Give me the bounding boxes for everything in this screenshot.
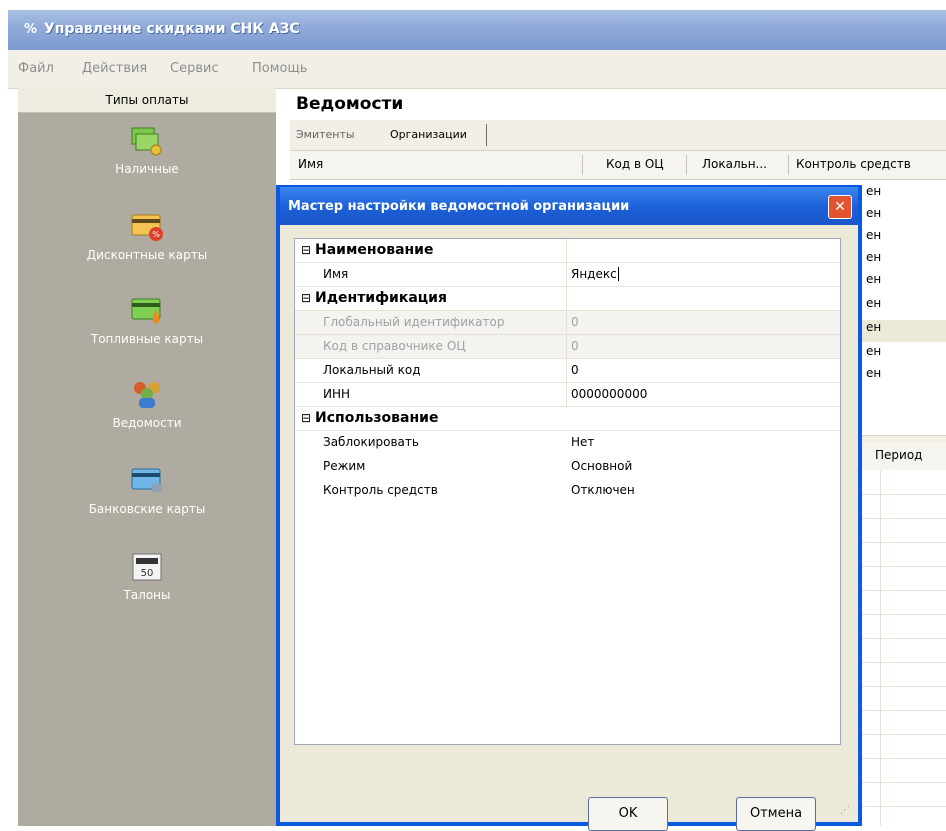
property-label: ИНН	[323, 387, 351, 401]
table-cell: ен	[866, 272, 882, 286]
table-cell: ен	[866, 296, 882, 310]
tab-emitents[interactable]: Эмитенты	[296, 128, 355, 141]
column-header-local-code[interactable]: Локальн...	[702, 157, 767, 171]
lower-table-header: Период	[860, 442, 946, 470]
property-row-oc-code: Код в справочнике ОЦ 0	[295, 335, 840, 359]
property-label: Код в справочнике ОЦ	[323, 339, 466, 353]
property-label: Имя	[323, 267, 349, 281]
resize-grip-icon[interactable]: ⋰	[840, 805, 850, 816]
dialog-title: Мастер настройки ведомостной организации	[288, 199, 630, 214]
table-cell: ен	[866, 206, 882, 220]
people-icon	[130, 380, 164, 410]
property-value: 0	[571, 339, 579, 353]
cash-icon	[130, 126, 164, 156]
sidebar-header: Типы оплаты	[18, 88, 276, 113]
sidebar-item-label: Банковские карты	[88, 502, 206, 516]
property-label: Режим	[323, 459, 366, 473]
property-label: Глобальный идентификатор	[323, 315, 505, 329]
tab-organizations[interactable]: Организации	[390, 128, 467, 141]
svg-text:50: 50	[141, 568, 154, 579]
svg-text:%: %	[152, 230, 160, 239]
table-cell: ен	[866, 320, 882, 334]
column-header-funds-control[interactable]: Контроль средств	[796, 157, 911, 171]
table-cell: ен	[866, 228, 882, 242]
discount-card-icon: %	[130, 212, 164, 242]
category-row-identification[interactable]: ⊟ Идентификация	[295, 287, 840, 311]
column-header-name[interactable]: Имя	[298, 157, 323, 171]
property-row-block[interactable]: Заблокировать Нет	[295, 431, 840, 455]
app-icon: %	[24, 22, 38, 37]
property-value: 0	[571, 315, 579, 329]
property-value[interactable]: Отключен	[571, 483, 635, 497]
menu-bar: Файл Действия Сервис Помощь	[8, 50, 946, 89]
category-label: Идентификация	[315, 290, 447, 306]
property-label: Контроль средств	[323, 483, 438, 497]
sidebar-item-label: Дисконтные карты	[86, 248, 208, 262]
property-row-mode[interactable]: Режим Основной	[295, 455, 840, 479]
sidebar-item-label: Талоны	[123, 588, 171, 602]
collapse-icon[interactable]: ⊟	[301, 291, 311, 305]
sidebar-item-coupons[interactable]: 50 Талоны	[18, 552, 276, 602]
property-label: Заблокировать	[323, 435, 419, 449]
category-label: Наименование	[315, 242, 434, 258]
collapse-icon[interactable]: ⊟	[301, 411, 311, 425]
category-row-usage[interactable]: ⊟ Использование	[295, 407, 840, 431]
dialog-titlebar[interactable]: Мастер настройки ведомостной организации…	[280, 187, 858, 225]
menu-file[interactable]: Файл	[18, 61, 54, 76]
table-cell: ен	[866, 250, 882, 264]
property-row-local-code[interactable]: Локальный код 0	[295, 359, 840, 383]
menu-actions[interactable]: Действия	[82, 61, 147, 76]
column-header-oc-code[interactable]: Код в ОЦ	[606, 157, 664, 171]
name-value-input[interactable]: Яндекс	[571, 267, 619, 281]
menu-help[interactable]: Помощь	[252, 61, 307, 76]
sidebar-item-label: Наличные	[115, 162, 179, 176]
property-label: Локальный код	[323, 363, 421, 377]
window-title: Управление скидками СНК АЗС	[44, 21, 300, 37]
tab-strip: Эмитенты Организации	[290, 120, 946, 151]
property-value[interactable]: Нет	[571, 435, 594, 449]
close-button[interactable]: ✕	[828, 195, 852, 219]
property-row-inn[interactable]: ИНН 0000000000	[295, 383, 840, 407]
property-row-global-id: Глобальный идентификатор 0	[295, 311, 840, 335]
fuel-card-icon	[130, 296, 164, 326]
sidebar-item-discount-cards[interactable]: % Дисконтные карты	[18, 212, 276, 262]
table-cell: ен	[866, 344, 882, 358]
sidebar-item-cash[interactable]: Наличные	[18, 126, 276, 176]
menu-service[interactable]: Сервис	[170, 61, 219, 76]
column-header-period[interactable]: Период	[875, 448, 922, 462]
sidebar-item-fuel-cards[interactable]: Топливные карты	[18, 296, 276, 346]
dialog-body: ⊟ Наименование Имя Яндекс ⊟ Идентификаци…	[280, 225, 858, 831]
property-value[interactable]: Основной	[571, 459, 632, 473]
sidebar-item-label: Ведомости	[112, 416, 182, 430]
property-row-name[interactable]: Имя Яндекс	[295, 263, 840, 287]
organization-setup-dialog: Мастер настройки ведомостной организации…	[276, 185, 862, 831]
collapse-icon[interactable]: ⊟	[301, 243, 311, 257]
table-cell: ен	[866, 366, 882, 380]
property-value[interactable]: 0	[571, 363, 579, 377]
window-titlebar[interactable]: % Управление скидками СНК АЗС	[8, 10, 946, 50]
payment-types-sidebar: Типы оплаты Наличные % Дисконтные карты	[18, 88, 276, 826]
close-icon: ✕	[834, 199, 846, 215]
coupon-icon: 50	[130, 552, 164, 582]
bank-card-icon	[130, 466, 164, 496]
sidebar-item-label: Топливные карты	[90, 332, 204, 346]
table-cell: ен	[866, 184, 882, 198]
category-label: Использование	[315, 410, 439, 426]
sidebar-item-bank-cards[interactable]: Банковские карты	[18, 466, 276, 516]
category-row-name[interactable]: ⊟ Наименование	[295, 239, 840, 263]
page-title: Ведомости	[296, 94, 404, 114]
property-value[interactable]: 0000000000	[571, 387, 647, 401]
sidebar-item-statements[interactable]: Ведомости	[18, 380, 276, 430]
property-row-funds-control[interactable]: Контроль средств Отключен	[295, 479, 840, 503]
organizations-table-header: Имя Код в ОЦ Локальн... Контроль средств	[290, 151, 946, 180]
property-grid: ⊟ Наименование Имя Яндекс ⊟ Идентификаци…	[294, 238, 841, 745]
